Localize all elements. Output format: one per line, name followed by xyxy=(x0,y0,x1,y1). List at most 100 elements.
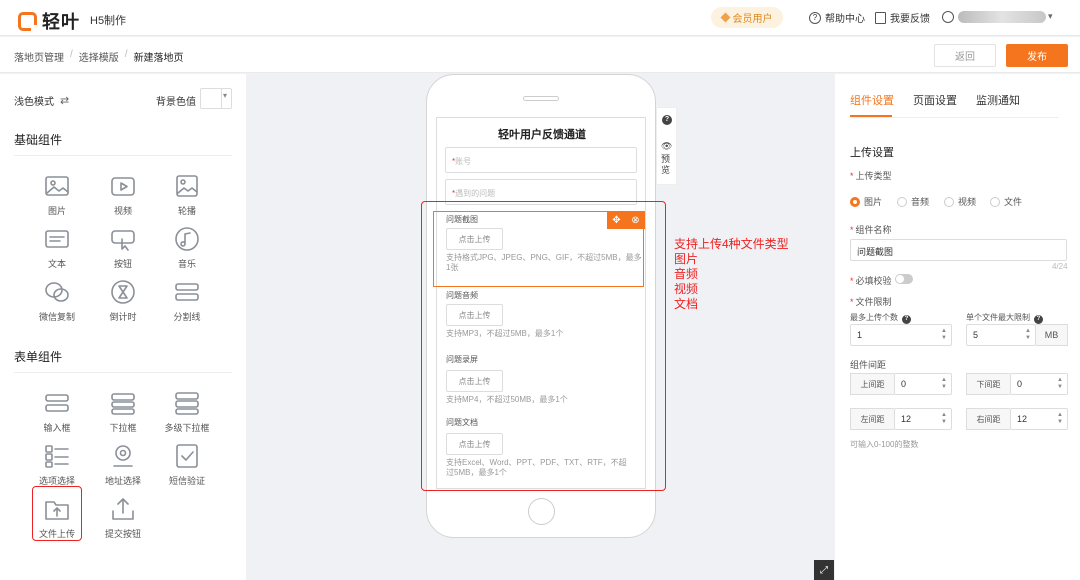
component-wechat[interactable]: 微信复制 xyxy=(27,278,87,326)
bg-color-label: 背景色值 xyxy=(156,97,196,108)
component-label: 短信验证 xyxy=(168,476,205,486)
vip-badge[interactable]: 会员用户 xyxy=(711,7,783,28)
radio-indicator xyxy=(990,196,1000,207)
top-bar: 轻叶 H5制作 会员用户 ? 帮助中心 我要反馈 ▾ xyxy=(0,0,1080,36)
radio-file[interactable]: 文件 xyxy=(990,195,1022,208)
annotation-line: 文档 xyxy=(674,297,699,311)
annotation-box xyxy=(421,201,666,491)
component-name-input[interactable]: 问题截图 xyxy=(850,239,1067,261)
annotation-text: 支持上传4种文件类型 图片 音频 视频 文档 xyxy=(674,237,789,312)
help-center-link[interactable]: ? 帮助中心 xyxy=(809,10,865,25)
max-size-stepper[interactable]: 5 ▲ ▼ xyxy=(966,324,1036,346)
component-label: 下拉框 xyxy=(109,423,137,433)
breadcrumb-sep: / xyxy=(70,49,73,60)
max-count-label: 最多上传个数? xyxy=(850,312,911,324)
radio-audio[interactable]: 音频 xyxy=(897,195,929,208)
tab-monitor-notify[interactable]: 监测通知 xyxy=(976,92,1020,108)
button-icon xyxy=(111,230,135,251)
image-icon xyxy=(45,176,69,196)
breadcrumb-current: 新建落地页 xyxy=(133,53,184,64)
swap-icon: ⇄ xyxy=(60,95,70,107)
bottom-spacing-label: 下间距 xyxy=(966,373,1010,395)
breadcrumb: 落地页管理 / 选择模版 / 新建落地页 xyxy=(14,49,184,64)
top-spacing-stepper[interactable]: 0 ▲ ▼ xyxy=(894,373,952,395)
breadcrumb-item[interactable]: 选择模版 xyxy=(79,49,119,64)
component-image[interactable]: 图片 xyxy=(27,172,87,220)
tab-component-settings[interactable]: 组件设置 xyxy=(850,92,894,108)
left-spacing-stepper[interactable]: 12 ▲ ▼ xyxy=(894,408,952,430)
component-label: 分割线 xyxy=(173,312,201,322)
component-video[interactable]: 视频 xyxy=(93,172,153,220)
radio-video[interactable]: 视频 xyxy=(944,195,976,208)
component-divider[interactable]: 分割线 xyxy=(157,278,217,326)
top-spacing-label: 上间距 xyxy=(850,373,894,395)
hourglass-icon xyxy=(111,280,135,304)
publish-button[interactable]: 发布 xyxy=(1006,44,1068,67)
component-multi-dropdown[interactable]: 多级下拉框 xyxy=(157,389,217,437)
component-label: 提交按钮 xyxy=(104,529,141,539)
component-text[interactable]: 文本 xyxy=(27,225,87,273)
options-icon xyxy=(45,445,69,468)
spacing-label: 组件间距 xyxy=(850,360,887,370)
problem-placeholder: 遇到的问题 xyxy=(455,189,496,198)
component-label: 地址选择 xyxy=(104,476,141,486)
mode-toggle[interactable]: 浅色模式 ⇄ xyxy=(14,93,69,108)
annotation-line: 图片 xyxy=(674,252,699,266)
name-char-count: 4/24 xyxy=(1052,262,1068,271)
upload-type-label: * 上传类型 xyxy=(850,171,892,181)
annotation-line: 视频 xyxy=(674,282,699,296)
component-label: 微信复制 xyxy=(38,312,75,322)
submit-icon xyxy=(112,498,134,520)
user-name-redacted[interactable] xyxy=(958,11,1046,23)
component-dropdown[interactable]: 下拉框 xyxy=(93,389,153,437)
component-label: 多级下拉框 xyxy=(164,423,210,433)
required-toggle[interactable] xyxy=(895,274,913,284)
settings-tabs: 组件设置 页面设置 监测通知 xyxy=(850,92,1020,108)
bg-color-select[interactable] xyxy=(200,88,232,109)
right-spacing-stepper[interactable]: 12 ▲ ▼ xyxy=(1010,408,1068,430)
component-hourglass[interactable]: 倒计时 xyxy=(93,278,153,326)
component-label: 轮播 xyxy=(177,206,196,216)
divider xyxy=(14,155,232,156)
tab-page-settings[interactable]: 页面设置 xyxy=(913,92,957,108)
component-input[interactable]: 输入框 xyxy=(27,389,87,437)
mode-label: 浅色模式 xyxy=(14,97,54,108)
help-icon[interactable]: ? xyxy=(662,115,672,125)
music-icon xyxy=(175,227,199,251)
section-title: 上传设置 xyxy=(850,147,894,159)
component-label: 倒计时 xyxy=(109,312,137,322)
required-check-label: * 必填校验 xyxy=(850,276,892,286)
eye-icon[interactable]: 👁 xyxy=(661,141,672,152)
text-icon xyxy=(45,230,69,248)
component-sms-verify[interactable]: 短信验证 xyxy=(157,442,217,490)
help-icon: ? xyxy=(1034,315,1043,324)
breadcrumb-item[interactable]: 落地页管理 xyxy=(14,49,64,64)
max-count-stepper[interactable]: 1 ▲ ▼ xyxy=(850,324,952,346)
phone-speaker xyxy=(523,96,559,101)
user-avatar-icon[interactable] xyxy=(942,11,954,23)
dropdown-icon xyxy=(111,393,135,415)
chevron-down-icon[interactable]: ▾ xyxy=(1048,11,1053,22)
component-carousel[interactable]: 轮播 xyxy=(157,172,217,220)
preview-button[interactable]: 预览 xyxy=(661,154,673,176)
component-label: 视频 xyxy=(113,206,132,216)
bottom-spacing-stepper[interactable]: 0 ▲ ▼ xyxy=(1010,373,1068,395)
feedback-link[interactable]: 我要反馈 xyxy=(875,10,930,25)
account-input[interactable]: *账号 xyxy=(445,147,637,173)
component-label: 按钮 xyxy=(113,259,132,269)
component-submit[interactable]: 提交按钮 xyxy=(93,495,153,543)
breadcrumb-bar: 落地页管理 / 选择模版 / 新建落地页 返回 发布 xyxy=(0,37,1080,73)
component-location[interactable]: 地址选择 xyxy=(93,442,153,490)
component-options[interactable]: 选项选择 xyxy=(27,442,87,490)
fullscreen-icon[interactable]: ⤢ xyxy=(814,560,834,580)
component-label: 文本 xyxy=(47,259,66,269)
logo[interactable]: 轻叶 xyxy=(18,8,80,34)
file-limit-label: * 文件限制 xyxy=(850,297,892,307)
radio-image[interactable]: 图片 xyxy=(850,195,882,208)
component-music[interactable]: 音乐 xyxy=(157,225,217,273)
help-label: 帮助中心 xyxy=(825,14,865,25)
app-name: H5制作 xyxy=(90,15,127,27)
component-button[interactable]: 按钮 xyxy=(93,225,153,273)
back-button[interactable]: 返回 xyxy=(934,44,996,67)
wechat-icon xyxy=(45,282,69,302)
